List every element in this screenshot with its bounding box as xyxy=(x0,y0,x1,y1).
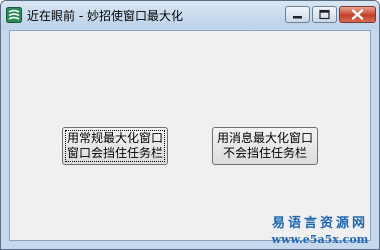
message-maximize-button[interactable]: 用消息最大化窗口 不会挡住任务栏 xyxy=(212,127,318,165)
normal-maximize-button[interactable]: 用常规最大化窗口 窗口会挡住任务栏 xyxy=(62,127,168,165)
maximize-button[interactable] xyxy=(312,6,337,23)
watermark-url: www.e5a5x.com xyxy=(271,233,369,246)
minimize-button[interactable] xyxy=(285,6,310,23)
normal-maximize-label-line1: 用常规最大化窗口 xyxy=(66,131,163,145)
message-maximize-label-line1: 用消息最大化窗口 xyxy=(216,131,313,145)
app-logo-icon xyxy=(6,7,22,23)
window-title: 近在眼前 - 妙招使窗口最大化 xyxy=(27,9,183,23)
watermark: 易语言资源网 www.e5a5x.com xyxy=(270,212,370,246)
normal-maximize-label-line2: 窗口会挡住任务栏 xyxy=(66,146,163,160)
main-window: 近在眼前 - 妙招使窗口最大化 用常规最大化窗口 窗口会挡住任务栏 用消息最大化… xyxy=(0,0,380,250)
close-button[interactable] xyxy=(339,6,376,23)
message-maximize-label-line2: 不会挡住任务栏 xyxy=(222,146,307,160)
maximize-icon xyxy=(319,9,330,20)
close-icon xyxy=(351,9,364,20)
title-bar[interactable]: 近在眼前 - 妙招使窗口最大化 xyxy=(1,1,379,29)
client-area: 用常规最大化窗口 窗口会挡住任务栏 用消息最大化窗口 不会挡住任务栏 易语言资源… xyxy=(9,30,371,246)
minimize-icon xyxy=(293,16,302,19)
watermark-title: 易语言资源网 xyxy=(271,216,368,231)
